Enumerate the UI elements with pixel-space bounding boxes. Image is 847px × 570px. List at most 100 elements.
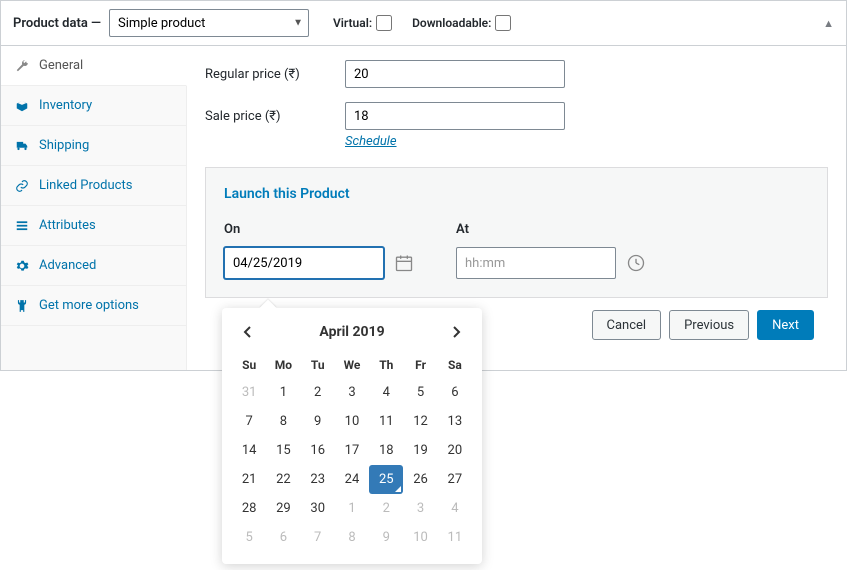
at-label: At (456, 222, 648, 237)
sidebar-item-inventory[interactable]: Inventory (1, 86, 186, 126)
dow-header: Sa (438, 352, 472, 378)
calendar-day[interactable]: 7 (301, 523, 335, 552)
gear-icon (15, 259, 31, 273)
calendar-day[interactable]: 24 (335, 465, 369, 494)
list-icon (15, 219, 31, 233)
cancel-button[interactable]: Cancel (592, 310, 662, 340)
panel-title: Product data — (13, 16, 101, 31)
virtual-checkbox[interactable] (376, 15, 392, 31)
on-label: On (224, 222, 416, 237)
calendar-day[interactable]: 10 (335, 407, 369, 436)
calendar-day[interactable]: 20 (438, 436, 472, 465)
calendar-day[interactable]: 28 (232, 494, 266, 523)
calendar-day[interactable]: 16 (301, 436, 335, 465)
downloadable-checkbox[interactable] (495, 15, 511, 31)
calendar-day[interactable]: 13 (438, 407, 472, 436)
calendar-day[interactable]: 27 (438, 465, 472, 494)
calendar-day[interactable]: 1 (335, 494, 369, 523)
calendar-day[interactable]: 12 (403, 407, 437, 436)
calendar-day[interactable]: 22 (266, 465, 300, 494)
sidebar-item-label: General (39, 58, 83, 73)
panel-header: Product data — Simple product ▼ Virtual:… (1, 1, 846, 46)
calendar-day[interactable]: 8 (266, 407, 300, 436)
dow-header: Mo (266, 352, 300, 378)
calendar-day[interactable]: 18 (369, 436, 403, 465)
calendar-day[interactable]: 25 (369, 465, 403, 494)
regular-price-label: Regular price (₹) (205, 67, 345, 82)
sidebar-item-shipping[interactable]: Shipping (1, 126, 186, 166)
link-icon (15, 179, 31, 193)
sidebar-item-attributes[interactable]: Attributes (1, 206, 186, 246)
calendar-day[interactable]: 5 (403, 378, 437, 407)
dow-header: Su (232, 352, 266, 378)
calendar-day[interactable]: 10 (403, 523, 437, 552)
wrench-icon (15, 59, 31, 73)
product-type-select[interactable]: Simple product (109, 9, 309, 37)
sidebar-item-label: Linked Products (39, 178, 132, 193)
datepicker-grid: SuMoTuWeThFrSa31123456789101112131415161… (232, 352, 472, 552)
calendar-day[interactable]: 2 (369, 494, 403, 523)
sidebar-item-get-more-options[interactable]: Get more options (1, 286, 186, 326)
virtual-toggle[interactable]: Virtual: (333, 15, 392, 31)
collapse-icon[interactable]: ▲ (823, 17, 834, 30)
dow-header: We (335, 352, 369, 378)
calendar-day[interactable]: 4 (369, 378, 403, 407)
sidebar-item-label: Attributes (39, 218, 96, 233)
calendar-day[interactable]: 23 (301, 465, 335, 494)
sidebar-item-label: Get more options (39, 298, 139, 313)
calendar-day[interactable]: 6 (266, 523, 300, 552)
launch-heading: Launch this Product (224, 186, 809, 202)
prev-month-button[interactable] (236, 320, 260, 344)
downloadable-toggle[interactable]: Downloadable: (412, 15, 511, 31)
calendar-day[interactable]: 26 (403, 465, 437, 494)
calendar-day[interactable]: 9 (369, 523, 403, 552)
sidebar-item-advanced[interactable]: Advanced (1, 246, 186, 286)
sidebar-item-label: Advanced (39, 258, 96, 273)
launch-time-input[interactable] (456, 247, 616, 279)
sidebar-item-label: Shipping (39, 138, 89, 153)
calendar-day[interactable]: 15 (266, 436, 300, 465)
datepicker-popup: April 2019 SuMoTuWeThFrSa311234567891011… (222, 308, 482, 564)
plugin-icon (15, 299, 31, 313)
calendar-day[interactable]: 4 (438, 494, 472, 523)
calendar-day[interactable]: 8 (335, 523, 369, 552)
sidebar-item-general[interactable]: General (1, 46, 187, 86)
next-button[interactable]: Next (757, 310, 814, 340)
calendar-day[interactable]: 1 (266, 378, 300, 407)
schedule-link[interactable]: Schedule (345, 134, 828, 149)
datepicker-month: April 2019 (319, 324, 384, 340)
dow-header: Fr (403, 352, 437, 378)
calendar-day[interactable]: 5 (232, 523, 266, 552)
calendar-day[interactable]: 2 (301, 378, 335, 407)
calendar-day[interactable]: 14 (232, 436, 266, 465)
calendar-day[interactable]: 3 (335, 378, 369, 407)
calendar-day[interactable]: 3 (403, 494, 437, 523)
calendar-day[interactable]: 30 (301, 494, 335, 523)
calendar-day[interactable]: 31 (232, 378, 266, 407)
calendar-day[interactable]: 11 (369, 407, 403, 436)
regular-price-input[interactable] (345, 60, 565, 88)
calendar-day[interactable]: 9 (301, 407, 335, 436)
calendar-day[interactable]: 6 (438, 378, 472, 407)
sidebar: General Inventory Shipping Linked Products A… (1, 46, 187, 370)
calendar-day[interactable]: 19 (403, 436, 437, 465)
launch-date-input[interactable] (224, 247, 384, 279)
launch-box: Launch this Product On At (205, 167, 828, 298)
calendar-day[interactable]: 7 (232, 407, 266, 436)
sidebar-item-linked-products[interactable]: Linked Products (1, 166, 186, 206)
box-icon (15, 99, 31, 113)
clock-icon[interactable] (624, 251, 648, 275)
previous-button[interactable]: Previous (669, 310, 749, 340)
calendar-day[interactable]: 17 (335, 436, 369, 465)
sidebar-item-label: Inventory (39, 98, 92, 113)
dow-header: Th (369, 352, 403, 378)
calendar-day[interactable]: 21 (232, 465, 266, 494)
next-month-button[interactable] (444, 320, 468, 344)
sale-price-input[interactable] (345, 102, 565, 130)
truck-icon (15, 139, 31, 153)
dow-header: Tu (301, 352, 335, 378)
sale-price-label: Sale price (₹) (205, 109, 345, 124)
calendar-icon[interactable] (392, 251, 416, 275)
calendar-day[interactable]: 29 (266, 494, 300, 523)
calendar-day[interactable]: 11 (438, 523, 472, 552)
